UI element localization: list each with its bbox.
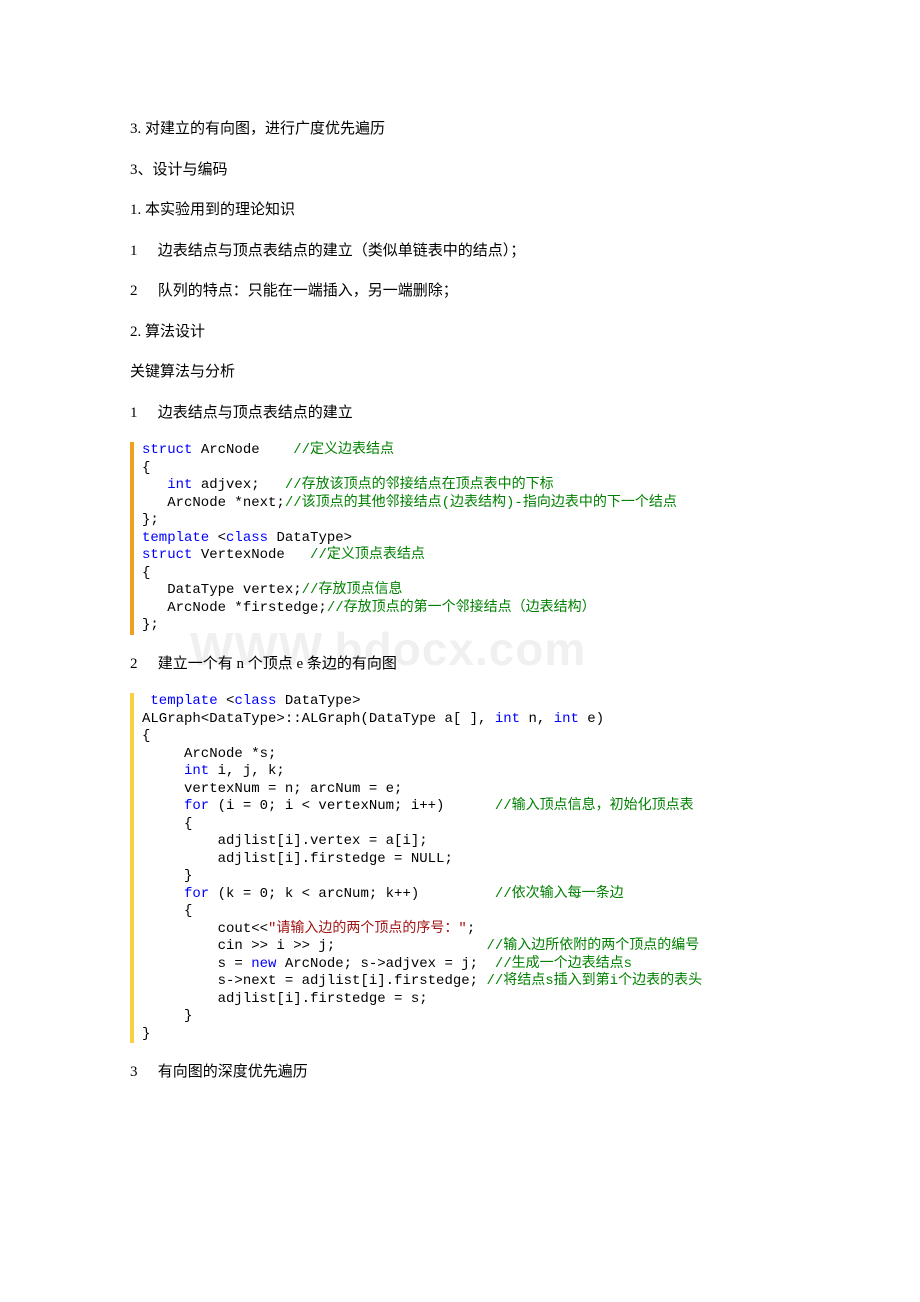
code-token: n, xyxy=(520,711,554,727)
code-token: ArcNode xyxy=(192,442,293,458)
code-token: { xyxy=(142,460,150,476)
code-token: { xyxy=(142,816,192,832)
para-9: 2 建立一个有 n 个顶点 e 条边的有向图 xyxy=(130,653,790,676)
code-token: ArcNode *s; xyxy=(142,746,276,762)
code-comment: //定义顶点表结点 xyxy=(310,547,425,563)
code-token: ArcNode; s->adjvex = j; xyxy=(276,956,494,972)
code-token: class xyxy=(234,693,276,709)
code-token: DataType> xyxy=(268,530,352,546)
code-token: }; xyxy=(142,512,159,528)
code-token: { xyxy=(142,903,192,919)
para-text: 边表结点与顶点表结点的建立 xyxy=(158,405,353,421)
code-token: { xyxy=(142,728,150,744)
code-comment: //输入顶点信息，初始化顶点表 xyxy=(495,798,694,814)
code-token: } xyxy=(142,868,192,884)
code-token: vertexNum = n; arcNum = e; xyxy=(142,781,402,797)
para-10: 3 有向图的深度优先遍历 xyxy=(130,1061,790,1084)
code-comment: //将结点s插入到第i个边表的表头 xyxy=(486,973,702,989)
code-token: ArcNode *firstedge; xyxy=(142,600,327,616)
code-token: int xyxy=(142,763,209,779)
code-token: for xyxy=(142,886,209,902)
para-6: 2. 算法设计 xyxy=(130,321,790,344)
code-token: < xyxy=(209,530,226,546)
code-block-algraph-ctor: template <class DataType> ALGraph<DataTy… xyxy=(130,693,790,1043)
code-token: class xyxy=(226,530,268,546)
code-comment: //该顶点的其他邻接结点(边表结构)-指向边表中的下一个结点 xyxy=(285,495,677,511)
code-token: cin >> i >> j; xyxy=(142,938,486,954)
code-token: ALGraph<DataType>::ALGraph(DataType a[ ]… xyxy=(142,711,495,727)
code-token: ; xyxy=(467,921,475,937)
para-8: 1 边表结点与顶点表结点的建立 xyxy=(130,402,790,425)
code-token: ArcNode *next; xyxy=(142,495,285,511)
code-block-struct-defs: struct ArcNode //定义边表结点 { int adjvex; //… xyxy=(130,442,790,635)
code-token: DataType> xyxy=(276,693,360,709)
num-label: 1 xyxy=(130,240,154,263)
code-token: for xyxy=(142,798,209,814)
code-token: }; xyxy=(142,617,159,633)
para-3: 1. 本实验用到的理论知识 xyxy=(130,199,790,222)
code-token: struct xyxy=(142,442,192,458)
code-token: new xyxy=(251,956,276,972)
code-comment: //生成一个边表结点s xyxy=(495,956,632,972)
code-comment: //依次输入每一条边 xyxy=(495,886,624,902)
para-text: 建立一个有 n 个顶点 e 条边的有向图 xyxy=(158,656,397,672)
para-text: 边表结点与顶点表结点的建立（类似单链表中的结点）； xyxy=(158,243,526,259)
code-token: int xyxy=(495,711,520,727)
code-token: DataType vertex; xyxy=(142,582,302,598)
code-token: } xyxy=(142,1026,150,1042)
para-1: 3. 对建立的有向图，进行广度优先遍历 xyxy=(130,118,790,141)
code-string: "请输入边的两个顶点的序号：" xyxy=(268,921,467,937)
code-token: s->next = adjlist[i].firstedge; xyxy=(142,973,486,989)
para-text: 队列的特点：只能在一端插入，另一端删除； xyxy=(158,283,458,299)
code-token: } xyxy=(142,1008,192,1024)
code-token: cout<< xyxy=(142,921,268,937)
code-token: i, j, k; xyxy=(209,763,285,779)
code-token: VertexNode xyxy=(192,547,310,563)
code-token: adjlist[i].firstedge = NULL; xyxy=(142,851,453,867)
code-token: (k = 0; k < arcNum; k++) xyxy=(209,886,495,902)
para-5: 2 队列的特点：只能在一端插入，另一端删除； xyxy=(130,280,790,303)
para-7: 关键算法与分析 xyxy=(130,361,790,384)
num-label: 1 xyxy=(130,402,154,425)
code-token: struct xyxy=(142,547,192,563)
para-text: 有向图的深度优先遍历 xyxy=(158,1064,308,1080)
code-token: adjvex; xyxy=(192,477,284,493)
code-token: int xyxy=(554,711,579,727)
code-token: { xyxy=(142,565,150,581)
code-comment: //输入边所依附的两个顶点的编号 xyxy=(486,938,699,954)
code-token: (i = 0; i < vertexNum; i++) xyxy=(209,798,495,814)
code-token: int xyxy=(142,477,192,493)
code-token: e) xyxy=(579,711,604,727)
code-token: < xyxy=(218,693,235,709)
code-token: adjlist[i].vertex = a[i]; xyxy=(142,833,428,849)
code-token: template xyxy=(142,693,218,709)
num-label: 2 xyxy=(130,653,154,676)
code-token: s = xyxy=(142,956,251,972)
code-comment: //存放该顶点的邻接结点在顶点表中的下标 xyxy=(285,477,554,493)
code-comment: //存放顶点信息 xyxy=(302,582,403,598)
code-token: template xyxy=(142,530,209,546)
num-label: 3 xyxy=(130,1061,154,1084)
code-token: adjlist[i].firstedge = s; xyxy=(142,991,428,1007)
num-label: 2 xyxy=(130,280,154,303)
para-4: 1 边表结点与顶点表结点的建立（类似单链表中的结点）； xyxy=(130,240,790,263)
code-comment: //定义边表结点 xyxy=(293,442,394,458)
para-2: 3、设计与编码 xyxy=(130,159,790,182)
code-comment: //存放顶点的第一个邻接结点（边表结构） xyxy=(327,600,596,616)
